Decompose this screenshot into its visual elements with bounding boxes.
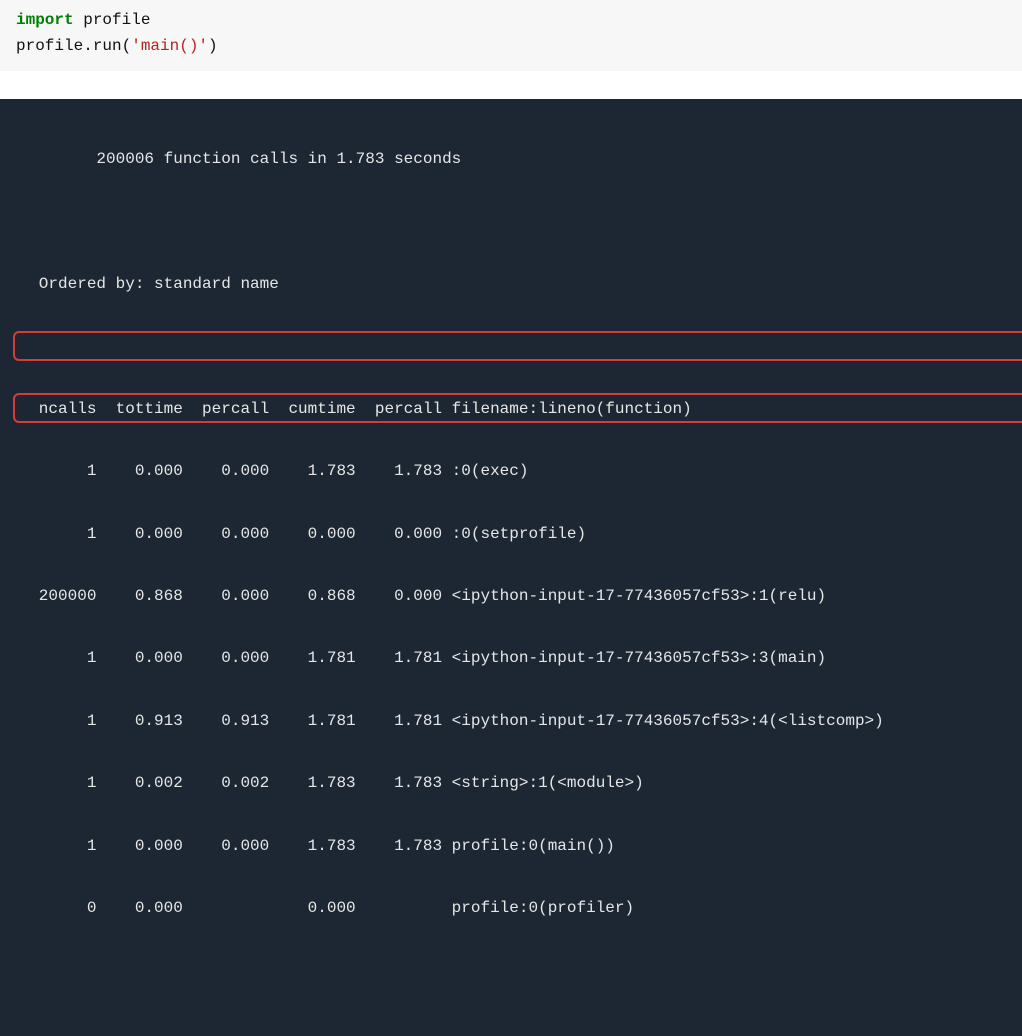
table-row: 1 0.000 0.000 1.783 1.783 :0(exec) (10, 456, 1012, 487)
code-line-1: import profile (16, 8, 1006, 34)
string-arg: 'main()' (131, 37, 208, 55)
call-suffix: ) (208, 37, 218, 55)
table-row: 0 0.000 0.000 profile:0(profiler) (10, 893, 1012, 924)
table-header: ncalls tottime percall cumtime percall f… (10, 394, 1012, 425)
profile-summary: 200006 function calls in 1.783 seconds (10, 144, 1012, 175)
code-line-2: profile.run('main()') (16, 34, 1006, 60)
call-prefix: profile.run( (16, 37, 131, 55)
table-row: 1 0.913 0.913 1.781 1.781 <ipython-input… (10, 706, 1012, 737)
ordered-by: Ordered by: standard name (10, 269, 1012, 300)
code-cell: import profile profile.run('main()') (0, 0, 1022, 71)
module-name: profile (74, 11, 151, 29)
output-cell: 200006 function calls in 1.783 seconds O… (0, 99, 1022, 1035)
table-row: 200000 0.868 0.000 0.868 0.000 <ipython-… (10, 581, 1012, 612)
table-row: 1 0.000 0.000 1.783 1.783 profile:0(main… (10, 831, 1012, 862)
blank-line (10, 207, 1012, 238)
blank-line (10, 332, 1012, 363)
table-row: 1 0.000 0.000 1.781 1.781 <ipython-input… (10, 643, 1012, 674)
table-row: 1 0.002 0.002 1.783 1.783 <string>:1(<mo… (10, 768, 1012, 799)
table-row: 1 0.000 0.000 0.000 0.000 :0(setprofile) (10, 519, 1012, 550)
keyword-import: import (16, 11, 74, 29)
